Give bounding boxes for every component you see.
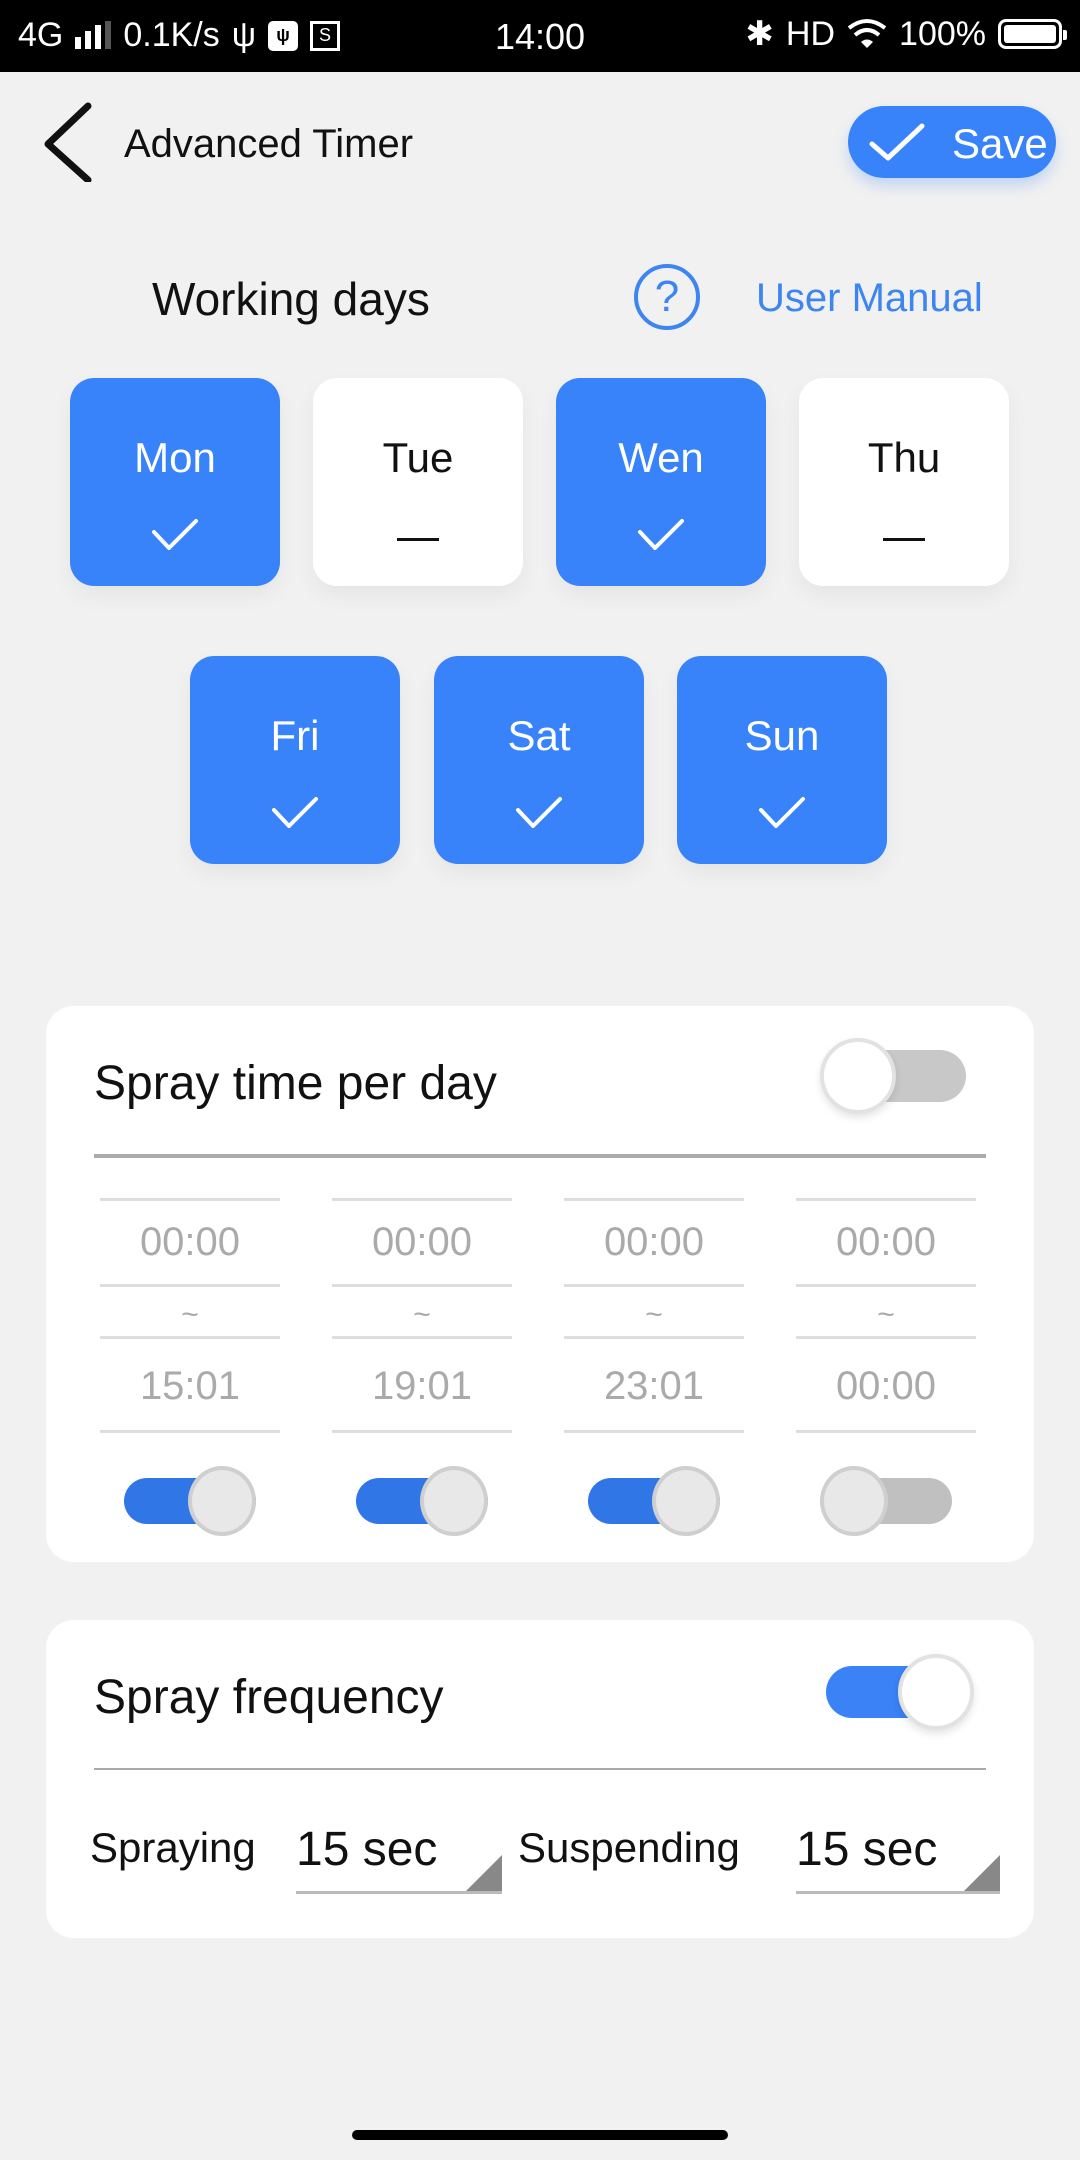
range-separator: ~ <box>877 1298 895 1331</box>
end-time[interactable]: 00:00 <box>796 1364 976 1409</box>
slot-divider <box>100 1198 280 1201</box>
check-icon <box>677 796 887 830</box>
slot-divider <box>332 1430 512 1433</box>
day-label: Sun <box>744 712 820 759</box>
start-time[interactable]: 00:00 <box>564 1220 744 1265</box>
range-separator: ~ <box>181 1298 199 1331</box>
day-toggle-sun[interactable]: Sun <box>677 656 887 864</box>
help-icon[interactable]: ? <box>634 264 700 330</box>
spray-frequency-title: Spray frequency <box>94 1671 444 1724</box>
dash-icon <box>799 518 1009 541</box>
end-time[interactable]: 15:01 <box>100 1364 280 1409</box>
page-title: Advanced Timer <box>124 122 414 166</box>
check-icon <box>869 123 925 161</box>
back-button[interactable] <box>38 102 98 184</box>
slot-divider <box>796 1430 976 1433</box>
slot-divider <box>332 1336 512 1339</box>
check-icon <box>434 796 644 830</box>
check-icon <box>70 518 280 552</box>
day-toggle-thu[interactable]: Thu <box>799 378 1009 586</box>
start-time[interactable]: 00:00 <box>796 1220 976 1265</box>
slot-divider <box>564 1284 744 1287</box>
range-separator: ~ <box>413 1298 431 1331</box>
start-time[interactable]: 00:00 <box>332 1220 512 1265</box>
spraying-select[interactable]: 15 sec <box>296 1818 502 1894</box>
day-toggle-sat[interactable]: Sat <box>434 656 644 864</box>
suspending-value: 15 sec <box>796 1823 938 1876</box>
dropdown-corner-icon <box>466 1855 502 1891</box>
user-manual-link[interactable]: User Manual <box>756 276 983 321</box>
chevron-left-icon <box>44 102 92 184</box>
day-toggle-tue[interactable]: Tue <box>313 378 523 586</box>
slot-toggle[interactable] <box>820 1466 954 1536</box>
spray-time-divider <box>94 1154 986 1158</box>
slot-divider <box>564 1198 744 1201</box>
end-time[interactable]: 19:01 <box>332 1364 512 1409</box>
battery-percent: 100% <box>899 14 986 53</box>
slot-divider <box>564 1430 744 1433</box>
day-label: Tue <box>382 434 454 481</box>
day-label: Thu <box>867 434 941 481</box>
slot-toggle[interactable] <box>356 1466 490 1536</box>
spraying-label: Spraying <box>90 1824 256 1871</box>
spray-frequency-toggle[interactable] <box>820 1654 974 1730</box>
save-button[interactable]: Save <box>848 106 1056 178</box>
slot-divider <box>100 1336 280 1339</box>
slot-divider <box>100 1430 280 1433</box>
home-indicator[interactable] <box>352 2130 728 2140</box>
slot-toggle[interactable] <box>124 1466 258 1536</box>
wifi-icon <box>847 19 887 48</box>
range-separator: ~ <box>645 1298 663 1331</box>
dash-icon <box>313 518 523 541</box>
slot-divider <box>100 1284 280 1287</box>
day-label: Mon <box>134 434 216 481</box>
spray-frequency-card: Spray frequency Spraying 15 sec Suspendi… <box>46 1620 1034 1938</box>
slot-toggle[interactable] <box>588 1466 722 1536</box>
slot-divider <box>332 1198 512 1201</box>
day-toggle-mon[interactable]: Mon <box>70 378 280 586</box>
slot-divider <box>332 1284 512 1287</box>
end-time[interactable]: 23:01 <box>564 1364 744 1409</box>
save-label: Save <box>952 120 1048 167</box>
hd-indicator: HD <box>785 14 836 53</box>
check-icon <box>190 796 400 830</box>
dropdown-corner-icon <box>964 1855 1000 1891</box>
suspending-select[interactable]: 15 sec <box>796 1818 1000 1894</box>
slot-divider <box>796 1336 976 1339</box>
day-label: Fri <box>270 712 320 759</box>
working-days-title: Working days <box>152 273 430 325</box>
day-toggle-fri[interactable]: Fri <box>190 656 400 864</box>
spray-time-toggle[interactable] <box>820 1038 974 1114</box>
spraying-value: 15 sec <box>296 1823 438 1876</box>
day-toggle-wen[interactable]: Wen <box>556 378 766 586</box>
day-label: Wen <box>618 434 704 481</box>
start-time[interactable]: 00:00 <box>100 1220 280 1265</box>
check-icon <box>556 518 766 552</box>
slot-divider <box>564 1336 744 1339</box>
suspending-label: Suspending <box>518 1824 740 1871</box>
status-bar: 4G 0.1K/s ψ ψ S 14:00 ✱ HD 100% <box>0 0 1080 72</box>
spray-time-title: Spray time per day <box>94 1057 497 1110</box>
spray-time-card: Spray time per day 00:00 ~15:01 00:00 ~19:0… <box>46 1006 1034 1562</box>
slot-divider <box>796 1284 976 1287</box>
spray-frequency-divider <box>94 1768 986 1770</box>
battery-icon <box>998 19 1067 49</box>
day-label: Sat <box>507 712 571 759</box>
bluetooth-icon: ✱ <box>745 15 774 53</box>
slot-divider <box>796 1198 976 1201</box>
